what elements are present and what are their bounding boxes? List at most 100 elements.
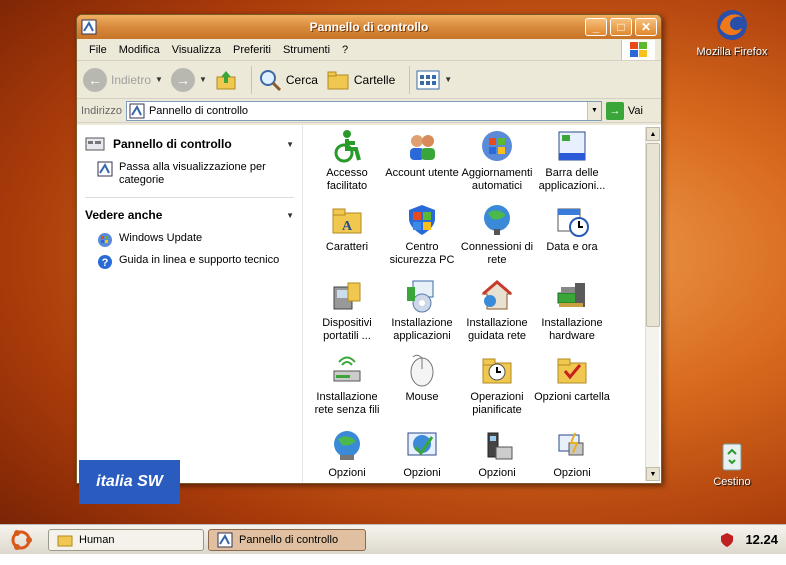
up-folder-button[interactable] bbox=[215, 69, 237, 91]
cp-item-taskbar[interactable]: Barra delle applicazioni... bbox=[534, 129, 610, 193]
scroll-up-icon[interactable]: ▲ bbox=[646, 127, 660, 141]
scroll-down-icon[interactable]: ▼ bbox=[646, 467, 660, 481]
control-panel-section-icon bbox=[85, 137, 105, 151]
menu-file[interactable]: File bbox=[83, 44, 113, 56]
views-dropdown-icon[interactable]: ▼ bbox=[444, 75, 452, 84]
search-button[interactable]: Cerca bbox=[258, 68, 318, 92]
menu-tools[interactable]: Strumenti bbox=[277, 44, 336, 56]
home-network-icon bbox=[480, 279, 514, 313]
back-dropdown-icon[interactable]: ▼ bbox=[155, 75, 163, 84]
address-dropdown-icon[interactable]: ▼ bbox=[586, 101, 601, 120]
folder-options-icon bbox=[555, 353, 589, 387]
cp-item-label: Mouse bbox=[405, 391, 439, 403]
cp-item-hardware[interactable]: Installazione hardware bbox=[534, 279, 610, 343]
cp-item-label: Opzioni bbox=[553, 467, 591, 479]
cp-item-windows-update[interactable]: Aggiornamenti automatici bbox=[459, 129, 535, 193]
views-icon bbox=[416, 70, 440, 89]
menu-help[interactable]: ? bbox=[336, 44, 354, 56]
forward-button[interactable]: → ▼ bbox=[170, 67, 207, 92]
back-button[interactable]: ← Indietro ▼ bbox=[83, 67, 163, 92]
mouse-icon bbox=[405, 353, 439, 387]
menu-edit[interactable]: Modifica bbox=[113, 44, 166, 56]
maximize-button[interactable]: □ bbox=[610, 18, 632, 36]
cp-item-security-shield[interactable]: Centro sicurezza PC bbox=[384, 203, 460, 267]
control-panel-icon bbox=[217, 532, 233, 547]
cp-item-phone-modem[interactable]: Opzioni bbox=[459, 429, 535, 480]
system-tray: 12.24 bbox=[719, 532, 778, 548]
collapse-icon[interactable]: ▼ bbox=[286, 140, 294, 149]
cp-item-label: Barra delle applicazioni... bbox=[538, 167, 606, 192]
toolbar-separator bbox=[409, 65, 411, 94]
watermark-text: italia SW bbox=[96, 473, 163, 490]
go-button[interactable]: → Vai bbox=[605, 101, 643, 120]
toolbar: ← Indietro ▼ → ▼ Cerca Cartelle ▼ bbox=[77, 61, 661, 99]
forward-dropdown-icon[interactable]: ▼ bbox=[199, 75, 207, 84]
cp-item-label: Installazione rete senza fili bbox=[314, 391, 380, 416]
back-label: Indietro bbox=[111, 72, 152, 87]
back-arrow-icon: ← bbox=[83, 67, 107, 92]
minimize-button[interactable]: _ bbox=[585, 18, 607, 36]
cp-item-accessibility-options[interactable]: Opzioni bbox=[384, 429, 460, 480]
firefox-label: Mozilla Firefox bbox=[696, 46, 768, 58]
fonts-folder-icon: A bbox=[330, 203, 364, 237]
cp-item-label: Connessioni di rete bbox=[460, 241, 534, 266]
cp-item-clock[interactable]: Data e ora bbox=[534, 203, 610, 254]
menu-view[interactable]: Visualizza bbox=[166, 44, 227, 56]
cp-item-network-globe[interactable]: Connessioni di rete bbox=[459, 203, 535, 267]
taskbar-control-panel-button[interactable]: Pannello di controllo bbox=[208, 528, 366, 551]
cp-item-mouse[interactable]: Mouse bbox=[384, 353, 460, 404]
address-input[interactable]: Pannello di controllo ▼ bbox=[125, 100, 602, 121]
switch-view-label: Passa alla visualizzazione per categorie bbox=[119, 161, 266, 186]
views-button[interactable]: ▼ bbox=[416, 70, 452, 90]
window-title: Pannello di controllo bbox=[309, 20, 429, 34]
cp-item-portable-devices[interactable]: Dispositivi portatili ... bbox=[309, 279, 385, 343]
control-panel-icon bbox=[129, 103, 145, 118]
security-shield-icon[interactable] bbox=[719, 532, 735, 548]
close-button[interactable]: ✕ bbox=[635, 18, 657, 36]
cp-item-users[interactable]: Account utente bbox=[384, 129, 460, 180]
network-globe-icon bbox=[480, 203, 514, 237]
cp-item-label: Opzioni bbox=[328, 467, 366, 479]
windows-update-icon bbox=[480, 129, 514, 163]
switch-category-view-link[interactable]: Passa alla visualizzazione per categorie bbox=[97, 161, 294, 187]
cp-item-label: Dispositivi portatili ... bbox=[322, 317, 372, 342]
clock[interactable]: 12.24 bbox=[745, 532, 778, 547]
cp-item-label: Operazioni pianificate bbox=[470, 391, 524, 416]
control-panel-icon bbox=[97, 161, 113, 177]
cp-item-label: Installazione guidata rete bbox=[466, 317, 528, 342]
ubuntu-menu-button[interactable] bbox=[8, 527, 34, 553]
recycle-bin-icon bbox=[715, 438, 749, 472]
trash-desktop-icon[interactable]: Cestino bbox=[692, 438, 772, 488]
title-bar[interactable]: Pannello di controllo _ □ ✕ bbox=[77, 15, 661, 39]
cp-item-scheduled-tasks[interactable]: Operazioni pianificate bbox=[459, 353, 535, 417]
accessibility-options-icon bbox=[405, 429, 439, 463]
go-label: Vai bbox=[627, 104, 643, 117]
firefox-desktop-icon[interactable]: Mozilla Firefox bbox=[692, 8, 772, 58]
cp-item-add-remove-programs[interactable]: Installazione applicazioni bbox=[384, 279, 460, 343]
see-also-section-header[interactable]: Vedere anche ▼ bbox=[85, 208, 294, 222]
windows-update-link[interactable]: Windows Update bbox=[97, 232, 294, 248]
collapse-icon[interactable]: ▼ bbox=[286, 211, 294, 220]
folders-button[interactable]: Cartelle bbox=[326, 69, 395, 91]
cp-item-label: Installazione hardware bbox=[541, 317, 603, 342]
control-panel-section-header[interactable]: Pannello di controllo ▼ bbox=[85, 137, 294, 151]
taskbar: Human Pannello di controllo 12.24 bbox=[0, 524, 786, 554]
cp-item-fonts-folder[interactable]: A Caratteri bbox=[309, 203, 385, 254]
scroll-thumb[interactable] bbox=[646, 143, 660, 327]
control-panel-section-title: Pannello di controllo bbox=[113, 137, 232, 151]
help-label: Guida in linea e supporto tecnico bbox=[119, 254, 280, 266]
clock-icon bbox=[555, 203, 589, 237]
cp-item-home-network[interactable]: Installazione guidata rete bbox=[459, 279, 535, 343]
cp-item-wireless[interactable]: Installazione rete senza fili bbox=[309, 353, 385, 417]
taskbar-control-panel-label: Pannello di controllo bbox=[239, 533, 339, 546]
cp-item-internet-options[interactable]: Opzioni bbox=[309, 429, 385, 480]
cp-item-accessibility[interactable]: Accesso facilitato bbox=[309, 129, 385, 193]
see-also-title: Vedere anche bbox=[85, 208, 163, 222]
taskbar-human-button[interactable]: Human bbox=[48, 528, 204, 551]
cp-item-power-options[interactable]: Opzioni bbox=[534, 429, 610, 480]
cp-item-folder-options[interactable]: Opzioni cartella bbox=[534, 353, 610, 404]
vertical-scrollbar[interactable]: ▲ ▼ bbox=[645, 127, 660, 481]
task-pane: Pannello di controllo ▼ Passa alla visua… bbox=[77, 125, 303, 483]
menu-favorites[interactable]: Preferiti bbox=[227, 44, 277, 56]
help-link[interactable]: ? Guida in linea e supporto tecnico bbox=[97, 254, 294, 270]
